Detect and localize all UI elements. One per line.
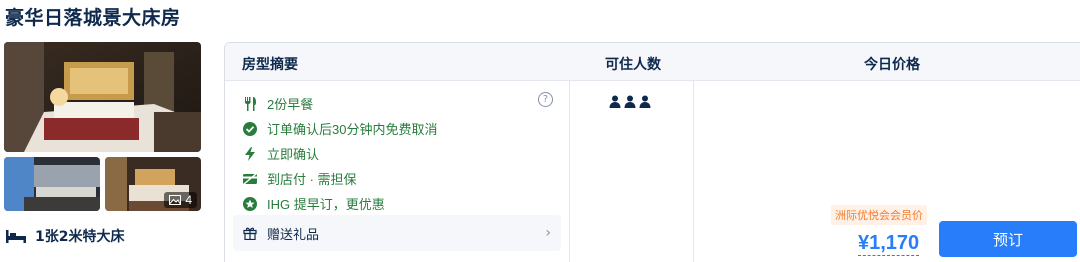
person-icon [639, 95, 651, 108]
rate-table: 房型摘要 可住人数 今日价格 2份早餐 订单确认后30分钟内免费取消 立即确认 … [224, 42, 1080, 262]
benefit-ihg-early: IHG 提早订，更优惠 [243, 191, 563, 216]
book-button[interactable]: 预订 [939, 221, 1077, 257]
person-icon [624, 95, 636, 108]
gift-icon [243, 227, 257, 240]
room-title: 豪华日落城景大床房 [5, 7, 181, 29]
person-icon [609, 95, 621, 108]
benefit-text: 立即确认 [267, 147, 320, 162]
header-price: 今日价格 [864, 57, 920, 73]
bed-icon [6, 230, 26, 243]
room-photo-bedroom[interactable]: 4 [105, 157, 201, 211]
benefit-instant-confirm: 立即确认 [243, 141, 563, 166]
card-slash-icon [243, 172, 257, 186]
benefit-text: IHG 提早订，更优惠 [267, 197, 385, 212]
chevron-right-icon: › [545, 225, 551, 241]
occupancy-icons [609, 95, 651, 108]
benefit-breakfast: 2份早餐 [243, 91, 563, 116]
lightning-icon [243, 146, 257, 161]
benefit-text: 到店付 · 需担保 [267, 172, 357, 187]
photo-count-badge[interactable]: 4 [164, 192, 197, 208]
benefit-pay-at-hotel: 到店付 · 需担保 [243, 166, 563, 191]
fork-knife-icon [243, 96, 257, 111]
gift-row[interactable]: 赠送礼品 › [233, 215, 561, 251]
benefit-text: 订单确认后30分钟内免费取消 [267, 122, 438, 137]
bed-type: 1张2米特大床 [35, 229, 125, 245]
rate-table-header: 房型摘要 可住人数 今日价格 [225, 43, 1080, 81]
column-divider [569, 81, 570, 262]
ihg-star-icon [243, 196, 257, 211]
header-occupancy: 可住人数 [605, 57, 661, 73]
bed-info: 1张2米特大床 [5, 226, 124, 246]
benefit-free-cancel: 订单确认后30分钟内免费取消 [243, 116, 563, 141]
gift-text: 赠送礼品 [267, 227, 320, 243]
member-price-badge: 洲际优悦会会员价 [831, 205, 927, 225]
benefit-text: 2份早餐 [267, 97, 314, 112]
help-icon[interactable]: ? [538, 92, 553, 107]
header-summary: 房型摘要 [242, 57, 298, 73]
column-divider [693, 81, 694, 262]
image-icon [169, 195, 182, 205]
photo-count-text: 4 [185, 193, 192, 207]
room-photo-bathroom[interactable] [4, 157, 100, 211]
price[interactable]: ¥1,170 [858, 231, 920, 256]
check-circle-icon [243, 121, 257, 136]
room-photo-main[interactable] [4, 42, 201, 152]
benefit-list: 2份早餐 订单确认后30分钟内免费取消 立即确认 到店付 · 需担保 IHG 提… [243, 91, 563, 216]
